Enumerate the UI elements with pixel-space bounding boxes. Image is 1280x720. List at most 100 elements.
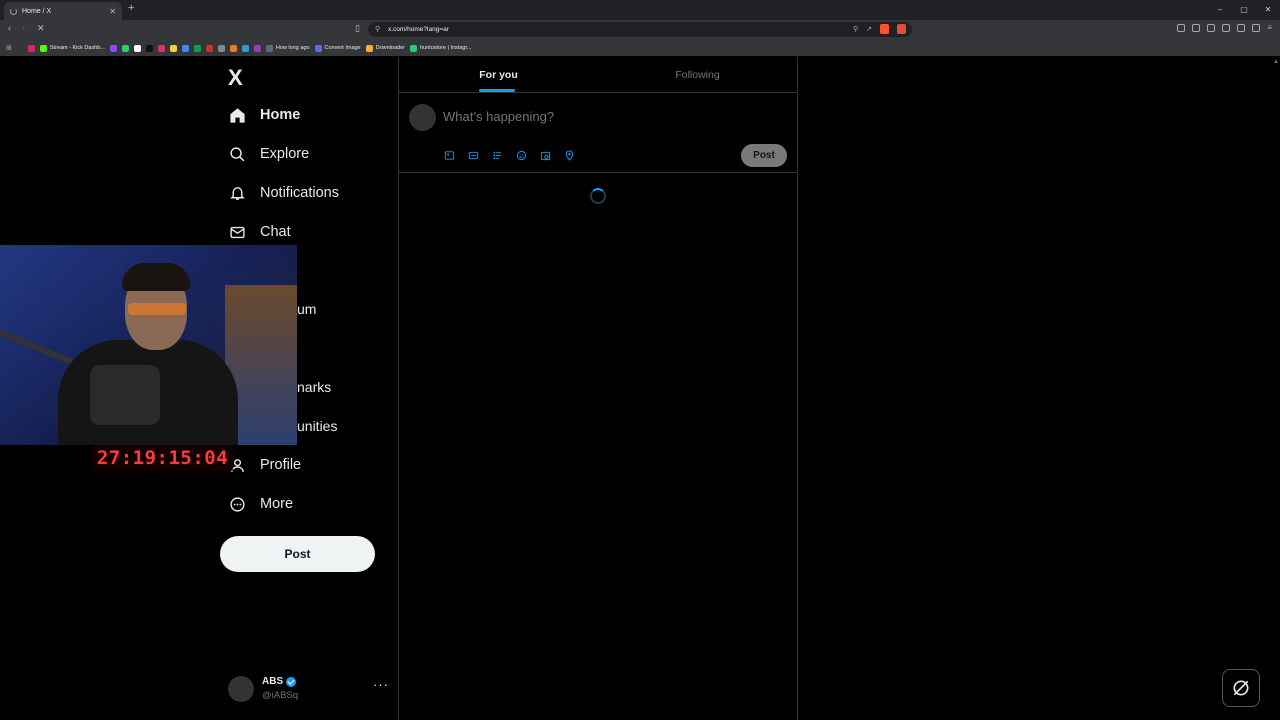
bookmark-favicon-icon	[181, 44, 189, 52]
site-info-icon[interactable]: ⚲	[375, 22, 380, 37]
home-icon	[228, 106, 246, 124]
more-dots-icon[interactable]: ···	[373, 677, 389, 692]
bookmark-item[interactable]: huntostore | Instagr...	[409, 44, 472, 52]
bookmark-item[interactable]	[253, 44, 261, 52]
address-bar-icons: ⚲ ↗	[853, 22, 906, 37]
stop-loading-icon[interactable]: ✕	[37, 23, 45, 34]
poll-icon[interactable]	[491, 149, 503, 161]
page-scrollbar[interactable]: ▲	[1272, 57, 1280, 720]
bookmark-favicon-icon	[205, 44, 213, 52]
bookmark-favicon-icon	[229, 44, 237, 52]
sidebar-item-notifications[interactable]: Notifications	[228, 178, 339, 208]
extension-icon[interactable]	[1177, 24, 1186, 32]
browser-titlebar: Home / X ✕ + – ▢ ✕	[0, 0, 1280, 20]
sidebar-item-partial[interactable]: unities	[297, 418, 337, 434]
sidebar-item-partial[interactable]: narks	[297, 379, 331, 395]
sidebar-item-home[interactable]: Home	[228, 100, 300, 130]
x-logo[interactable]: X	[228, 65, 243, 91]
brave-shield-icon[interactable]	[880, 24, 889, 34]
tab-title: Home / X	[22, 7, 52, 15]
back-icon[interactable]: ‹	[8, 23, 11, 33]
image-icon[interactable]	[443, 149, 455, 161]
bookmark-favicon-icon	[409, 44, 417, 52]
verified-badge-icon	[286, 676, 297, 687]
vpn-icon[interactable]	[1252, 24, 1261, 32]
schedule-icon[interactable]	[539, 149, 551, 161]
minimize-button[interactable]: –	[1208, 0, 1232, 20]
post-button[interactable]: Post	[220, 536, 375, 572]
bookmark-label: huntostore | Instagr...	[419, 45, 472, 51]
compose-post-button[interactable]: Post	[741, 144, 787, 167]
compose-toolbar	[443, 149, 575, 161]
share-icon[interactable]: ↗	[866, 22, 872, 37]
tab-following[interactable]: Following	[598, 57, 797, 93]
bookmark-label: How long ago	[275, 45, 310, 51]
account-switcher[interactable]: ABS @iABSq ···	[228, 675, 388, 705]
loading-icon	[10, 7, 17, 15]
tab-for-you[interactable]: For you	[399, 57, 598, 93]
timeline-tabs: For you Following	[399, 57, 797, 93]
bookmark-item[interactable]	[133, 44, 141, 52]
bookmark-item[interactable]	[217, 44, 225, 52]
extension-icons: ≡	[1177, 24, 1272, 32]
bookmark-favicon-icon	[121, 44, 129, 52]
maximize-button[interactable]: ▢	[1232, 0, 1256, 20]
grok-button[interactable]	[1222, 669, 1260, 707]
bookmark-item[interactable]	[229, 44, 237, 52]
address-bar[interactable]: ⚲ x.com/home?lang=ar ⚲ ↗	[368, 22, 912, 37]
sidebar-item-partial[interactable]: um	[297, 301, 316, 317]
sidebar-toggle-icon[interactable]	[1207, 24, 1216, 32]
location-icon[interactable]	[563, 149, 575, 161]
bookmark-item[interactable]: Stream - Kick Dashb...	[39, 44, 105, 52]
wallet-icon[interactable]	[1222, 24, 1231, 32]
bookmark-item[interactable]	[109, 44, 117, 52]
sidebar-item-explore[interactable]: Explore	[228, 139, 309, 169]
bookmark-icon[interactable]: ▯	[355, 23, 360, 34]
mail-icon	[228, 223, 246, 241]
sidebar-item-label: Profile	[260, 457, 302, 473]
sidebar-item-label: Notifications	[260, 185, 339, 201]
gif-icon[interactable]	[467, 149, 479, 161]
bookmark-favicon-icon	[39, 44, 47, 52]
emoji-icon[interactable]	[515, 149, 527, 161]
window-controls: – ▢ ✕	[1208, 0, 1280, 20]
bookmark-label: Stream - Kick Dashb...	[49, 45, 105, 51]
close-tab-icon[interactable]: ✕	[109, 7, 116, 16]
compose-input[interactable]: What’s happening?	[443, 109, 554, 124]
grok-icon	[1233, 680, 1249, 696]
brave-rewards-icon[interactable]	[897, 24, 906, 34]
bookmark-favicon-icon	[253, 44, 261, 52]
bookmark-item[interactable]	[181, 44, 189, 52]
extension-icon[interactable]	[1192, 24, 1201, 32]
bookmark-item[interactable]	[145, 44, 153, 52]
scroll-up-icon[interactable]: ▲	[1273, 59, 1279, 65]
bookmark-item[interactable]	[157, 44, 165, 52]
sidebar-item-chat[interactable]: Chat	[228, 217, 291, 247]
browser-tab-active[interactable]: Home / X ✕	[4, 2, 122, 20]
apps-icon[interactable]: ⊞	[6, 44, 12, 52]
bookmark-item[interactable]	[121, 44, 129, 52]
leo-icon[interactable]	[1237, 24, 1246, 32]
sidebar-item-profile[interactable]: Profile	[228, 450, 301, 480]
new-tab-button[interactable]: +	[128, 2, 134, 14]
sidebar-item-label: Chat	[260, 224, 291, 240]
bookmark-item[interactable]	[241, 44, 249, 52]
bookmark-item[interactable]	[27, 44, 35, 52]
bookmark-item[interactable]: Downloader	[365, 44, 405, 52]
sidebar-item-more[interactable]: More	[228, 489, 293, 519]
zoom-icon[interactable]: ⚲	[853, 22, 858, 37]
close-window-button[interactable]: ✕	[1256, 0, 1280, 20]
bookmark-item[interactable]	[169, 44, 177, 52]
account-name: ABS	[262, 676, 284, 687]
bookmark-item[interactable]	[193, 44, 201, 52]
bookmark-item[interactable]: How long ago	[265, 44, 310, 52]
forward-icon[interactable]: ›	[22, 23, 25, 33]
bookmark-item[interactable]: Convert Image	[314, 44, 361, 52]
bookmark-item[interactable]	[205, 44, 213, 52]
streamer-glasses	[128, 303, 186, 315]
bookmark-favicon-icon	[365, 44, 373, 52]
search-icon	[228, 145, 246, 163]
streamer-hair	[122, 263, 190, 291]
avatar	[228, 676, 254, 702]
menu-icon[interactable]: ≡	[1267, 24, 1272, 32]
